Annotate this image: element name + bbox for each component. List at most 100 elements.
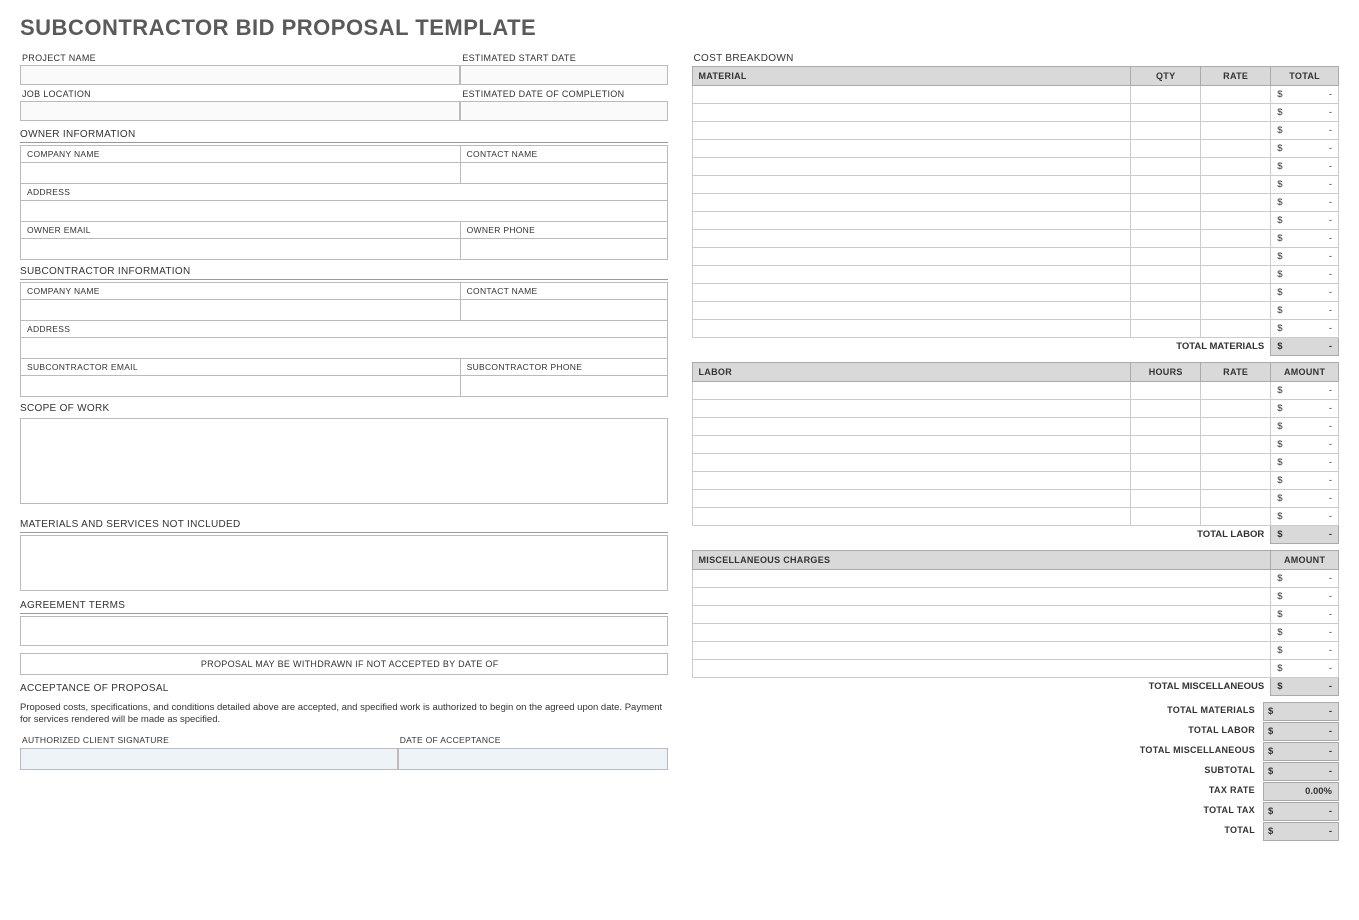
signature-input[interactable] [20,748,398,770]
cell-qty[interactable] [1131,212,1201,230]
cell-rate[interactable] [1201,158,1271,176]
cell-desc[interactable] [692,382,1131,400]
job-location-input[interactable] [20,101,460,121]
cell-qty[interactable] [1131,400,1201,418]
cell-rate[interactable] [1201,230,1271,248]
cell-qty[interactable] [1131,454,1201,472]
cell-amount: - [1289,490,1339,508]
cell-qty[interactable] [1131,86,1201,104]
cell-desc[interactable] [692,194,1131,212]
owner-company-input[interactable] [27,165,454,181]
table-row: $- [692,122,1339,140]
cell-desc[interactable] [692,454,1131,472]
cell-rate[interactable] [1201,418,1271,436]
cell-qty[interactable] [1131,472,1201,490]
sum-misc-amt: - [1281,742,1339,761]
cell-rate[interactable] [1201,382,1271,400]
cell-desc[interactable] [692,508,1131,526]
cell-qty[interactable] [1131,140,1201,158]
project-name-input[interactable] [20,65,460,85]
cell-qty[interactable] [1131,302,1201,320]
cell-qty[interactable] [1131,418,1201,436]
cell-desc[interactable] [692,212,1131,230]
cell-desc[interactable] [692,490,1131,508]
cell-rate[interactable] [1201,212,1271,230]
cell-qty[interactable] [1131,508,1201,526]
cell-desc[interactable] [692,606,1271,624]
cell-currency: $ [1271,212,1289,230]
cell-desc[interactable] [692,140,1131,158]
cell-qty[interactable] [1131,122,1201,140]
owner-email-input[interactable] [27,241,454,257]
cell-amount: - [1289,624,1339,642]
sub-company-input[interactable] [27,302,454,318]
cell-rate[interactable] [1201,302,1271,320]
start-date-input[interactable] [460,65,667,85]
cell-rate[interactable] [1201,284,1271,302]
cell-qty[interactable] [1131,382,1201,400]
cell-desc[interactable] [692,642,1271,660]
owner-phone-input[interactable] [467,241,661,257]
sub-contact-input[interactable] [467,302,661,318]
cell-desc[interactable] [692,570,1271,588]
cell-desc[interactable] [692,302,1131,320]
cell-desc[interactable] [692,104,1131,122]
cell-desc[interactable] [692,624,1271,642]
sub-phone-input[interactable] [467,378,661,394]
cell-qty[interactable] [1131,248,1201,266]
not-included-input[interactable] [20,535,668,591]
cell-desc[interactable] [692,588,1271,606]
owner-address-input[interactable] [27,203,661,219]
cell-rate[interactable] [1201,490,1271,508]
cell-desc[interactable] [692,266,1131,284]
cell-rate[interactable] [1201,320,1271,338]
cell-qty[interactable] [1131,436,1201,454]
cell-rate[interactable] [1201,104,1271,122]
cell-qty[interactable] [1131,320,1201,338]
cell-rate[interactable] [1201,194,1271,212]
cell-rate[interactable] [1201,176,1271,194]
cell-desc[interactable] [692,248,1131,266]
withdraw-date-input[interactable] [507,654,667,674]
cell-desc[interactable] [692,230,1131,248]
cell-qty[interactable] [1131,266,1201,284]
sub-email-input[interactable] [27,378,454,394]
cell-rate[interactable] [1201,400,1271,418]
cell-qty[interactable] [1131,158,1201,176]
cell-rate[interactable] [1201,86,1271,104]
cell-qty[interactable] [1131,230,1201,248]
cell-qty[interactable] [1131,104,1201,122]
cell-qty[interactable] [1131,176,1201,194]
cell-rate[interactable] [1201,122,1271,140]
cell-desc[interactable] [692,436,1131,454]
cell-rate[interactable] [1201,436,1271,454]
sub-phone-label: SUBCONTRACTOR PHONE [460,359,667,376]
cell-rate[interactable] [1201,454,1271,472]
cell-qty[interactable] [1131,194,1201,212]
agreement-input[interactable] [20,616,668,646]
date-acceptance-input[interactable] [398,748,668,770]
cell-desc[interactable] [692,418,1131,436]
cell-desc[interactable] [692,320,1131,338]
cell-desc[interactable] [692,122,1131,140]
cell-desc[interactable] [692,158,1131,176]
cell-rate[interactable] [1201,472,1271,490]
owner-contact-input[interactable] [467,165,661,181]
cell-desc[interactable] [692,176,1131,194]
misc-header: MISCELLANEOUS CHARGES [692,551,1271,570]
cell-desc[interactable] [692,660,1271,678]
cell-desc[interactable] [692,284,1131,302]
scope-input[interactable] [20,418,668,504]
completion-date-input[interactable] [460,101,667,121]
cell-desc[interactable] [692,86,1131,104]
cell-rate[interactable] [1201,140,1271,158]
cell-desc[interactable] [692,400,1131,418]
sub-address-input[interactable] [27,340,661,356]
cell-desc[interactable] [692,472,1131,490]
cell-rate[interactable] [1201,508,1271,526]
cell-rate[interactable] [1201,248,1271,266]
cell-qty[interactable] [1131,284,1201,302]
cell-qty[interactable] [1131,490,1201,508]
cell-rate[interactable] [1201,266,1271,284]
cell-currency: $ [1271,624,1289,642]
